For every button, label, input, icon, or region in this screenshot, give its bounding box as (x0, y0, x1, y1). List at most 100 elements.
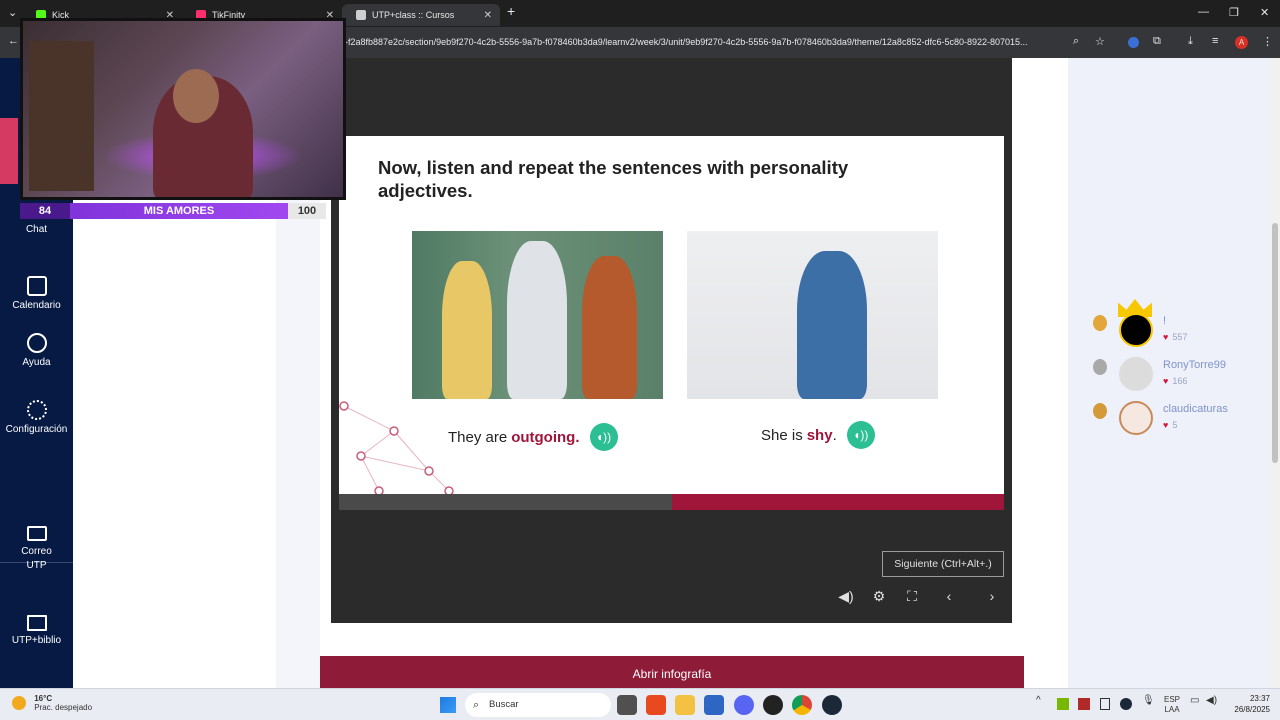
clock-date: 26/8/2025 (1234, 705, 1270, 714)
language-indicator[interactable]: ESP LAA (1160, 695, 1184, 715)
leaderboard-hearts: ♥ 5 (1163, 420, 1177, 430)
nav-label: Chat (25, 224, 48, 235)
search-placeholder: Buscar (489, 699, 519, 710)
microphone-icon[interactable]: 🎙 (1142, 695, 1155, 706)
battery-icon[interactable] (1100, 698, 1110, 710)
next-tooltip: Siguiente (Ctrl+Alt+.) (882, 551, 1004, 577)
restore-icon[interactable]: ❐ (1229, 6, 1239, 19)
book-icon (26, 615, 47, 631)
goal-target: 100 (288, 203, 326, 219)
photo-shy-woman (687, 231, 938, 399)
nav-label: UTP+biblio (11, 635, 62, 646)
minimize-icon[interactable]: — (1198, 6, 1209, 18)
volume-icon[interactable]: ◀) (837, 588, 855, 605)
file-explorer-icon[interactable] (675, 695, 695, 715)
nav-item-calendario[interactable]: Calendario (0, 276, 73, 311)
tray-app-icon[interactable] (1078, 698, 1090, 710)
caption-adjective: shy (806, 426, 833, 444)
lang-top: ESP (1163, 695, 1180, 704)
slide-progress-fill (671, 494, 1004, 510)
slide-progress-bar[interactable] (339, 494, 1004, 510)
nav-label: Correo UTP (21, 546, 52, 571)
mail-icon (26, 526, 47, 541)
nav-label: Calendario (12, 300, 61, 311)
tab-title: UTP+class :: Cursos (372, 10, 455, 20)
clock-time: 23:37 (1249, 694, 1270, 703)
obs-icon[interactable] (763, 695, 783, 715)
profile-avatar[interactable]: A (1235, 36, 1248, 49)
audio-play-button[interactable]: ◖)) (846, 421, 875, 449)
overlay-accent (0, 118, 18, 184)
steam-icon[interactable] (822, 695, 842, 715)
tray-overflow-icon[interactable]: ^ (1036, 695, 1041, 706)
scrollbar-thumb[interactable] (1272, 223, 1278, 463)
brave-icon[interactable] (646, 695, 666, 715)
person-figure (442, 261, 492, 399)
tab-search-icon[interactable]: ⌄ (8, 6, 17, 19)
gear-icon (26, 400, 47, 420)
steam-tray-icon[interactable] (1120, 698, 1132, 710)
leaderboard-hearts: ♥ 557 (1163, 332, 1187, 342)
extensions-puzzle-icon[interactable]: ⧉ (1153, 35, 1161, 48)
bronze-medal-icon (1093, 403, 1107, 419)
menu-icon[interactable]: ⋮ (1262, 35, 1273, 48)
system-clock[interactable]: 23:37 26/8/2025 (1222, 693, 1270, 715)
close-icon[interactable]: ✕ (484, 10, 492, 21)
settings-icon[interactable]: ⚙ (870, 588, 888, 605)
extension-icon[interactable] (1128, 37, 1139, 48)
open-infographic-button[interactable]: Abrir infografía (320, 656, 1024, 688)
lang-bottom: LAA (1164, 705, 1180, 714)
next-icon[interactable]: › (983, 588, 1001, 604)
caption-outgoing: They are outgoing. ◖)) (448, 423, 618, 451)
chrome-icon[interactable] (792, 695, 812, 715)
person-figure (582, 256, 637, 399)
media-icon[interactable]: ≡ (1212, 35, 1218, 47)
goal-bar: 84 MIS AMORES 100 (20, 203, 326, 219)
prev-icon[interactable]: ‹ (940, 588, 958, 604)
audio-play-button[interactable]: ◖)) (589, 423, 618, 451)
caption-text: She is (761, 426, 803, 444)
caption-text: They are (448, 428, 508, 446)
bookmark-star-icon[interactable]: ☆ (1095, 35, 1105, 48)
close-window-icon[interactable]: ✕ (1260, 6, 1269, 19)
store-icon[interactable] (704, 695, 724, 715)
nav-item-biblio[interactable]: UTP+biblio (0, 615, 73, 646)
volume-tray-icon[interactable]: ◀) (1206, 695, 1217, 706)
slide-title: Now, listen and repeat the sentences wit… (378, 157, 849, 201)
address-bar[interactable]: 1-f2a8fb887e2c/section/9eb9f270-4c2b-555… (340, 31, 1100, 54)
gold-medal-icon (1093, 315, 1107, 331)
avatar (1119, 357, 1153, 391)
weather-widget[interactable]: 16°C Prac. despejado (12, 694, 92, 712)
nav-item-correo[interactable]: Correo UTP (0, 526, 73, 573)
windows-taskbar: 16°C Prac. despejado ⌕ Buscar ^ 🎙 ESP LAA … (0, 688, 1280, 720)
heart-icon: ♥ (1163, 332, 1169, 342)
new-tab-button[interactable]: + (507, 3, 515, 19)
webcam-head (173, 69, 219, 123)
zoom-icon[interactable]: ⌕ (1073, 35, 1079, 48)
tab-utp-cursos[interactable]: UTP+class :: Cursos ✕ (342, 4, 500, 26)
avatar (1119, 401, 1153, 435)
page-scrollbar[interactable] (1270, 58, 1280, 688)
heart-count: 5 (1172, 420, 1178, 430)
silver-medal-icon (1093, 359, 1107, 375)
page-icon (356, 10, 366, 20)
leaderboard-name: ! (1163, 315, 1167, 327)
fullscreen-icon[interactable]: ⛶ (903, 588, 921, 605)
nav-item-configuracion[interactable]: Configuración (0, 400, 73, 435)
caption-adjective: outgoing. (511, 428, 580, 446)
nvidia-icon[interactable] (1057, 698, 1069, 710)
heart-icon: ♥ (1163, 376, 1169, 386)
nav-item-ayuda[interactable]: Ayuda (0, 333, 73, 368)
nav-item-chat[interactable]: Chat (0, 224, 73, 235)
task-view-icon[interactable] (617, 695, 637, 715)
heart-count: 166 (1172, 376, 1188, 386)
windows-start-icon[interactable] (440, 697, 456, 713)
network-icon[interactable]: ▭ (1190, 695, 1199, 706)
back-icon[interactable]: ← (8, 35, 19, 47)
nav-label: Ayuda (22, 357, 51, 368)
taskbar-search[interactable]: ⌕ Buscar (465, 693, 611, 717)
heart-icon: ♥ (1163, 420, 1169, 430)
discord-icon[interactable] (734, 695, 754, 715)
download-icon[interactable]: ⤓ (1188, 35, 1193, 48)
caption-text: . (832, 426, 837, 444)
